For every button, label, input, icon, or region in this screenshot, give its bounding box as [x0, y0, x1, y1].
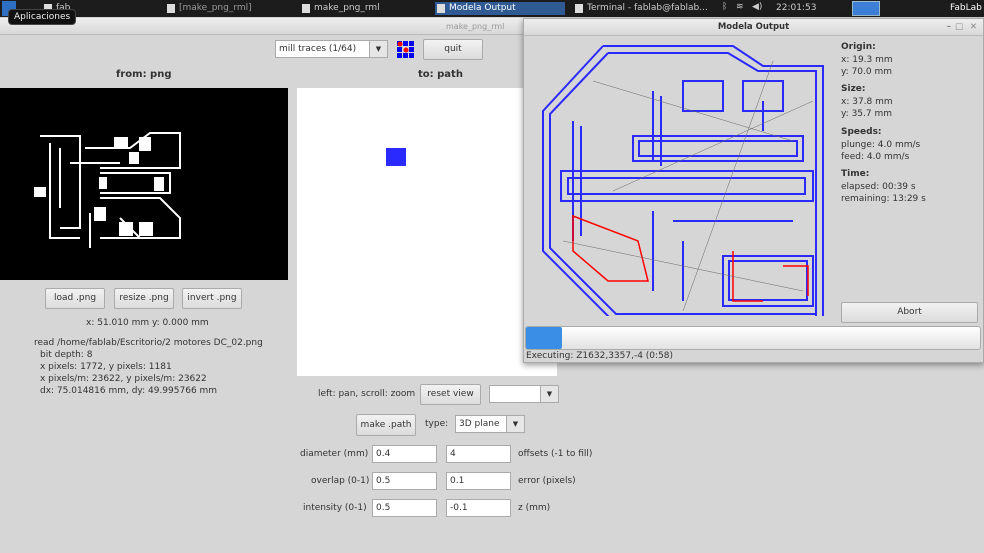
- z-input[interactable]: -0.1: [446, 499, 511, 517]
- apps-tooltip: Aplicaciones: [8, 9, 77, 25]
- abort-button[interactable]: Abort: [841, 302, 978, 323]
- size-heading: Size:: [841, 84, 866, 94]
- invert-png-button[interactable]: invert .png: [182, 288, 242, 309]
- load-png-button[interactable]: load .png: [45, 288, 105, 309]
- size-y: y: 35.7 mm: [841, 109, 892, 119]
- modela-titlebar: Modela Output – □ ✕: [524, 19, 983, 36]
- status-text: Executing: Z1632,3357,-4 (0:58): [526, 351, 674, 361]
- taskbar-item-modela-output[interactable]: Modela Output: [435, 2, 565, 15]
- feed-speed: feed: 4.0 mm/s: [841, 152, 910, 162]
- maximize-icon[interactable]: □: [955, 19, 963, 36]
- resize-png-button[interactable]: resize .png: [114, 288, 174, 309]
- reset-view-button[interactable]: reset view: [420, 384, 481, 405]
- overlap-label: overlap (0-1): [311, 476, 370, 486]
- speeds-heading: Speeds:: [841, 127, 882, 137]
- intensity-label: intensity (0-1): [303, 503, 367, 513]
- taskbar: fab [make_png_rml] make_png_rml Modela O…: [0, 0, 984, 17]
- bluetooth-icon[interactable]: ᛒ: [722, 2, 727, 12]
- intensity-input[interactable]: 0.5: [372, 499, 437, 517]
- path-thumbnail: [386, 148, 406, 166]
- modela-window-title: Modela Output: [717, 22, 790, 32]
- info-dimensions: dx: 75.014816 mm, dy: 49.995766 mm: [40, 386, 218, 396]
- from-heading: from: png: [116, 69, 172, 80]
- user-name[interactable]: FabLab: [950, 3, 982, 13]
- size-x: x: 37.8 mm: [841, 97, 893, 107]
- progress-bar: [525, 326, 981, 350]
- origin-y: y: 70.0 mm: [841, 67, 892, 77]
- taskbar-item-make-png-rml[interactable]: make_png_rml: [300, 2, 380, 15]
- info-pixels-per-m: x pixels/m: 23622, y pixels/m: 23622: [40, 374, 207, 384]
- toolpath-canvas: [542, 45, 824, 316]
- clock[interactable]: 22:01:53: [776, 3, 816, 13]
- taskbar-item-make-png-rml-min[interactable]: [make_png_rml]: [165, 2, 252, 15]
- error-input[interactable]: 0.1: [446, 472, 511, 490]
- diameter-input[interactable]: 0.4: [372, 445, 437, 463]
- quit-button[interactable]: quit: [423, 39, 483, 60]
- overlap-input[interactable]: 0.5: [372, 472, 437, 490]
- info-pixels: x pixels: 1772, y pixels: 1181: [40, 362, 172, 372]
- minimize-icon[interactable]: –: [947, 19, 951, 36]
- view-select[interactable]: ▼: [489, 385, 559, 403]
- cursor-coords: x: 51.010 mm y: 0.000 mm: [86, 318, 209, 328]
- png-preview[interactable]: [0, 88, 288, 280]
- info-read: read /home/fablab/Escritorio/2 motores D…: [34, 338, 263, 348]
- error-label: error (pixels): [518, 476, 576, 486]
- view-hint: left: pan, scroll: zoom: [318, 389, 416, 399]
- offsets-input[interactable]: 4: [446, 445, 511, 463]
- fab-logo-icon: [397, 41, 414, 58]
- diameter-label: diameter (mm): [300, 449, 369, 459]
- z-label: z (mm): [518, 503, 551, 513]
- path-preview[interactable]: [297, 88, 557, 376]
- offsets-label: offsets (-1 to fill): [518, 449, 593, 459]
- info-bit-depth: bit depth: 8: [40, 350, 93, 360]
- elapsed-time: elapsed: 00:39 s: [841, 182, 916, 192]
- chevron-down-icon: ▼: [506, 416, 524, 432]
- type-select[interactable]: 3D plane ▼: [455, 415, 525, 433]
- workspace-switcher[interactable]: [852, 1, 880, 16]
- taskbar-item-terminal[interactable]: Terminal - fablab@fablab...: [573, 2, 708, 15]
- chevron-down-icon: ▼: [540, 386, 558, 402]
- to-heading: to: path: [418, 69, 463, 80]
- origin-heading: Origin:: [841, 42, 876, 52]
- type-label: type:: [425, 419, 449, 429]
- close-icon[interactable]: ✕: [970, 19, 977, 36]
- main-window-title: make_png_rml: [446, 22, 505, 31]
- mode-value: mill traces (1/64): [279, 44, 357, 54]
- plunge-speed: plunge: 4.0 mm/s: [841, 140, 921, 150]
- pcb-traces-image: [34, 132, 181, 248]
- mode-select[interactable]: mill traces (1/64) ▼: [275, 40, 388, 58]
- type-value: 3D plane: [459, 419, 500, 429]
- modela-output-window: Modela Output – □ ✕ Origin: x: 19.3 mm y…: [523, 18, 984, 363]
- volume-icon[interactable]: ◀): [752, 2, 762, 12]
- progress-fill: [526, 327, 563, 349]
- wifi-icon[interactable]: ≋: [736, 2, 744, 12]
- time-heading: Time:: [841, 169, 870, 179]
- remaining-time: remaining: 13:29 s: [841, 194, 926, 204]
- make-path-button[interactable]: make .path: [356, 414, 416, 436]
- origin-x: x: 19.3 mm: [841, 55, 893, 65]
- chevron-down-icon: ▼: [369, 41, 387, 57]
